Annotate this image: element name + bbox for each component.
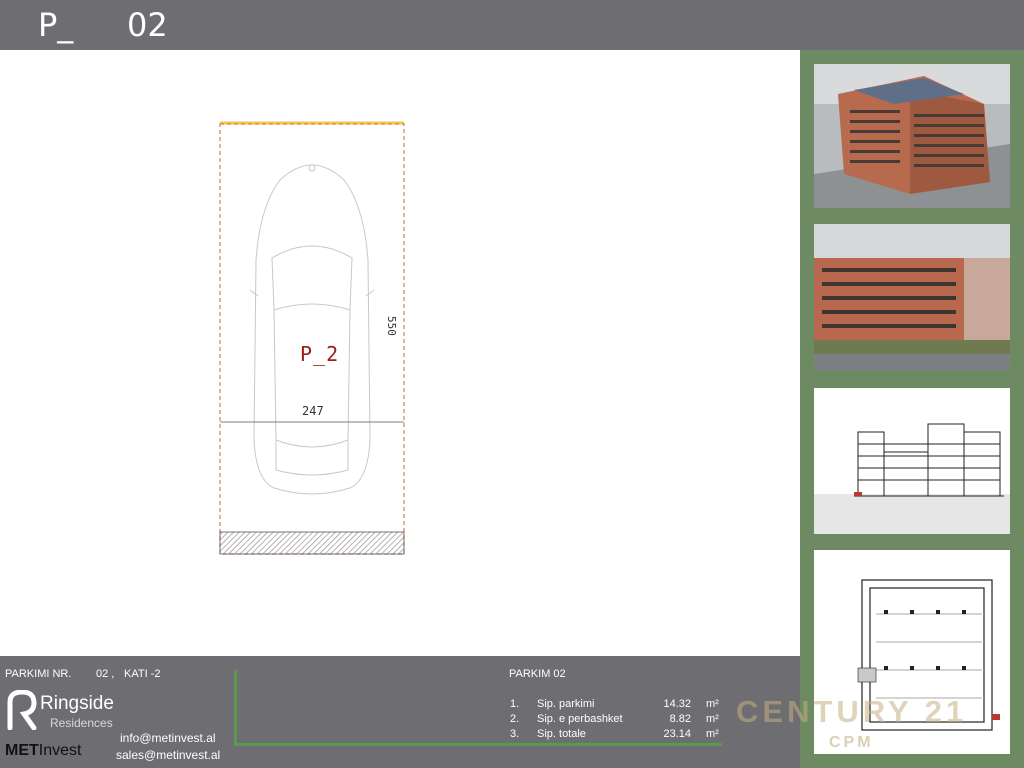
header-bar: P_ 02 xyxy=(0,0,1024,50)
area-row-value: 14.32 xyxy=(663,698,691,710)
floor-label: KATI -2 xyxy=(124,668,161,680)
building-render-street xyxy=(814,224,1010,370)
sales-email: sales@metinvest.al xyxy=(116,748,221,762)
info-email: info@metinvest.al xyxy=(120,731,216,745)
area-row-value: 8.82 xyxy=(669,713,691,725)
area-row-value: 23.14 xyxy=(663,728,691,740)
company-name-part1: MET xyxy=(5,742,39,759)
plan-area: P_2 247 550 xyxy=(0,50,800,656)
parking-code-prefix: P_ xyxy=(38,6,74,44)
length-dimension: 550 xyxy=(385,316,398,336)
area-row-name: Sip. e perbashket xyxy=(537,713,623,725)
footer-info-bar: PARKIMI NR. 02 , KATI -2 Ringside Reside… xyxy=(0,656,800,768)
parking-spot-plan: P_2 247 550 xyxy=(180,110,440,570)
parking-number-value: 02 , xyxy=(96,668,115,680)
company-name-part2: Invest xyxy=(38,742,82,759)
parking-number-label: PARKIMI NR. xyxy=(5,668,72,680)
area-row-name: Sip. parkimi xyxy=(537,698,595,710)
side-image-panel xyxy=(800,50,1024,768)
spot-label: P_2 xyxy=(300,342,340,366)
car-outline xyxy=(249,164,375,495)
area-row-unit: m² xyxy=(706,713,719,725)
accent-line-horizontal xyxy=(234,743,722,746)
area-row-number: 2. xyxy=(510,713,520,725)
render-aerial-frame xyxy=(800,50,1024,222)
century21-watermark: CENTURY 21 xyxy=(736,694,968,729)
area-table-title: PARKIM 02 xyxy=(509,668,566,680)
area-row-unit: m² xyxy=(706,698,719,710)
ringside-logo-icon xyxy=(7,690,37,730)
area-row-name: Sip. totale xyxy=(537,728,586,740)
cpm-watermark: CPM xyxy=(829,734,874,751)
section-frame xyxy=(800,374,1024,546)
brand-name: Ringside xyxy=(40,693,114,714)
area-row-unit: m² xyxy=(706,728,719,740)
building-section-drawing xyxy=(814,388,1010,534)
brand-subtitle: Residences xyxy=(50,716,113,730)
area-row-number: 1. xyxy=(510,698,520,710)
width-dimension: 247 xyxy=(302,404,324,418)
accent-line-vertical xyxy=(234,670,237,746)
parking-code-number: 02 xyxy=(127,6,168,44)
company-logo: METInvest xyxy=(5,742,81,760)
render-street-frame xyxy=(800,210,1024,386)
parking-spot-drawing xyxy=(219,121,405,555)
area-row-number: 3. xyxy=(510,728,520,740)
building-render-aerial xyxy=(814,64,1010,208)
